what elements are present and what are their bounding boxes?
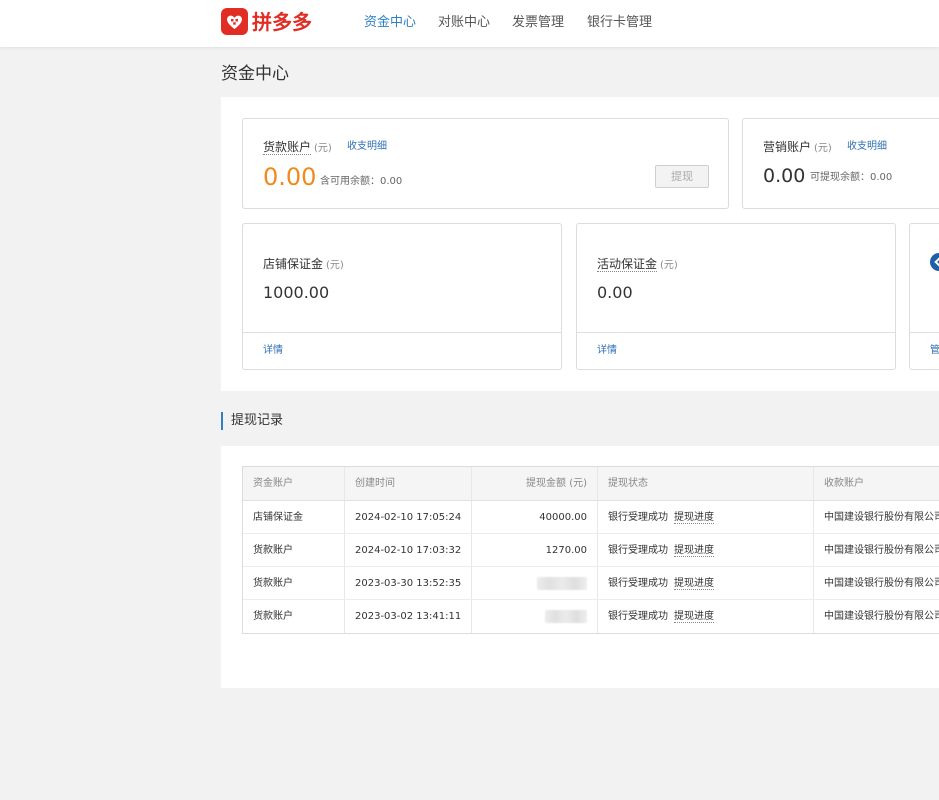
nav-reconciliation-center[interactable]: 对账中心 bbox=[438, 14, 490, 32]
table-row: 货款账户 2024-02-10 17:03:32 1270.00 银行受理成功提… bbox=[243, 534, 939, 567]
activity-deposit-card: 活动保证金 (元) 0.00 详情 bbox=[576, 223, 896, 370]
row-amount-blurred bbox=[472, 600, 598, 633]
marketing-available-balance: 可提现余额：0.00 bbox=[810, 172, 893, 183]
marketing-account-card: 营销账户 (元) 收支明细 0.00 可提现余额：0.00 bbox=[742, 118, 939, 209]
nav-invoice-management[interactable]: 发票管理 bbox=[512, 14, 564, 32]
column-header-payee: 收款账户 bbox=[824, 478, 864, 489]
column-header-account: 资金账户 bbox=[243, 467, 345, 500]
shop-deposit-card: 店铺保证金 (元) 1000.00 详情 bbox=[242, 223, 562, 370]
table-row: 货款账户 2023-03-30 13:52:35 银行受理成功 提现进度 中国建设… bbox=[243, 567, 939, 600]
column-header-status: 提现状态 bbox=[598, 467, 814, 500]
marketing-account-label: 营销账户 (元) bbox=[763, 140, 832, 154]
pinduoduo-logo[interactable]: 拼多多 bbox=[221, 8, 312, 36]
shop-deposit-amount: 1000.00 bbox=[263, 283, 330, 302]
status-text: 银行受理成功 bbox=[608, 578, 668, 589]
goods-account-amount: 0.00 bbox=[263, 163, 317, 191]
shop-deposit-label: 店铺保证金 (元) bbox=[263, 257, 344, 271]
row-time: 2023-03-30 13:52:35 bbox=[345, 567, 472, 599]
table-row: 货款账户 2023-03-02 13:41:11 银行受理成功 提现进度 中国建设… bbox=[243, 600, 939, 633]
marketing-income-details-link[interactable]: 收支明细 bbox=[847, 140, 887, 154]
column-header-amount: 提现金额 (元) bbox=[472, 467, 598, 500]
activity-deposit-amount: 0.00 bbox=[597, 283, 633, 302]
blurred-amount bbox=[537, 576, 587, 590]
shop-deposit-details-link[interactable]: 详情 bbox=[263, 344, 283, 358]
row-account: 店铺保证金 bbox=[243, 501, 345, 533]
top-header: 拼多多 资金中心 对账中心 发票管理 银行卡管理 bbox=[0, 0, 939, 47]
row-status: 银行受理成功 提现进度 bbox=[598, 567, 814, 599]
goods-account-card: 货款账户 (元) 收支明细 0.00 含可用余额：0.00 提现 bbox=[242, 118, 729, 209]
logo-text: 拼多多 bbox=[252, 10, 312, 34]
marketing-account-amount: 0.00 bbox=[763, 165, 806, 187]
row-status: 银行受理成功 提现进度 bbox=[598, 534, 814, 566]
row-payee: 中国建设银行股份有限公司 bbox=[824, 611, 939, 622]
page-title: 资金中心 bbox=[221, 64, 289, 84]
column-header-time: 创建时间 bbox=[345, 467, 472, 500]
goods-available-balance: 含可用余额：0.00 bbox=[320, 176, 403, 187]
withdraw-records-table: 资金账户 创建时间 提现金额 (元) 提现状态 收款账户 店铺保证金 2024-… bbox=[242, 466, 939, 634]
status-text: 银行受理成功 bbox=[608, 512, 668, 523]
row-payee: 中国建设银行股份有限公司 bbox=[824, 545, 939, 556]
accounts-panel: 货款账户 (元) 收支明细 0.00 含可用余额：0.00 提现 营销账户 (元) … bbox=[221, 97, 939, 391]
nav-fund-center[interactable]: 资金中心 bbox=[364, 14, 416, 32]
row-payee: 中国建设银行股份有限公司 bbox=[824, 578, 939, 589]
withdraw-progress-link[interactable]: 提现进度 bbox=[674, 512, 714, 524]
card-divider bbox=[577, 332, 895, 333]
row-time: 2023-03-02 13:41:11 bbox=[345, 600, 472, 633]
row-account: 货款账户 bbox=[243, 600, 345, 633]
withdraw-button[interactable]: 提现 bbox=[655, 165, 709, 188]
activity-deposit-label: 活动保证金 (元) bbox=[597, 257, 678, 272]
status-text: 银行受理成功 bbox=[608, 611, 668, 622]
third-card-manage-link[interactable]: 管 bbox=[930, 344, 939, 358]
card-divider bbox=[910, 332, 939, 333]
row-amount: 40000.00 bbox=[472, 501, 598, 533]
card-divider bbox=[243, 332, 561, 333]
status-text: 银行受理成功 bbox=[608, 545, 668, 556]
row-payee: 中国建设银行股份有限公司 bbox=[824, 512, 939, 523]
withdraw-records-title: 提现记录 bbox=[221, 412, 283, 430]
row-account: 货款账户 bbox=[243, 567, 345, 599]
withdraw-progress-link[interactable]: 提现进度 bbox=[674, 578, 714, 590]
row-status: 银行受理成功 提现进度 bbox=[598, 600, 814, 633]
row-status: 银行受理成功 提现进度 bbox=[598, 501, 814, 533]
row-amount-blurred bbox=[472, 567, 598, 599]
row-account: 货款账户 bbox=[243, 534, 345, 566]
nav-bank-card-management[interactable]: 银行卡管理 bbox=[587, 14, 652, 32]
row-amount: 1270.00 bbox=[472, 534, 598, 566]
third-deposit-card: 管 bbox=[909, 223, 939, 370]
table-header: 资金账户 创建时间 提现金额 (元) 提现状态 收款账户 bbox=[243, 467, 939, 501]
blurred-amount bbox=[545, 609, 587, 623]
goods-account-label: 货款账户 (元) bbox=[263, 140, 332, 155]
row-time: 2024-02-10 17:03:32 bbox=[345, 534, 472, 566]
withdraw-progress-link[interactable]: 提现进度 bbox=[674, 545, 714, 557]
activity-deposit-details-link[interactable]: 详情 bbox=[597, 344, 617, 358]
table-row: 店铺保证金 2024-02-10 17:05:24 40000.00 银行受理成… bbox=[243, 501, 939, 534]
goods-income-details-link[interactable]: 收支明细 bbox=[347, 140, 387, 154]
withdraw-progress-link[interactable]: 提现进度 bbox=[674, 611, 714, 623]
logo-icon bbox=[221, 8, 248, 35]
row-time: 2024-02-10 17:05:24 bbox=[345, 501, 472, 533]
